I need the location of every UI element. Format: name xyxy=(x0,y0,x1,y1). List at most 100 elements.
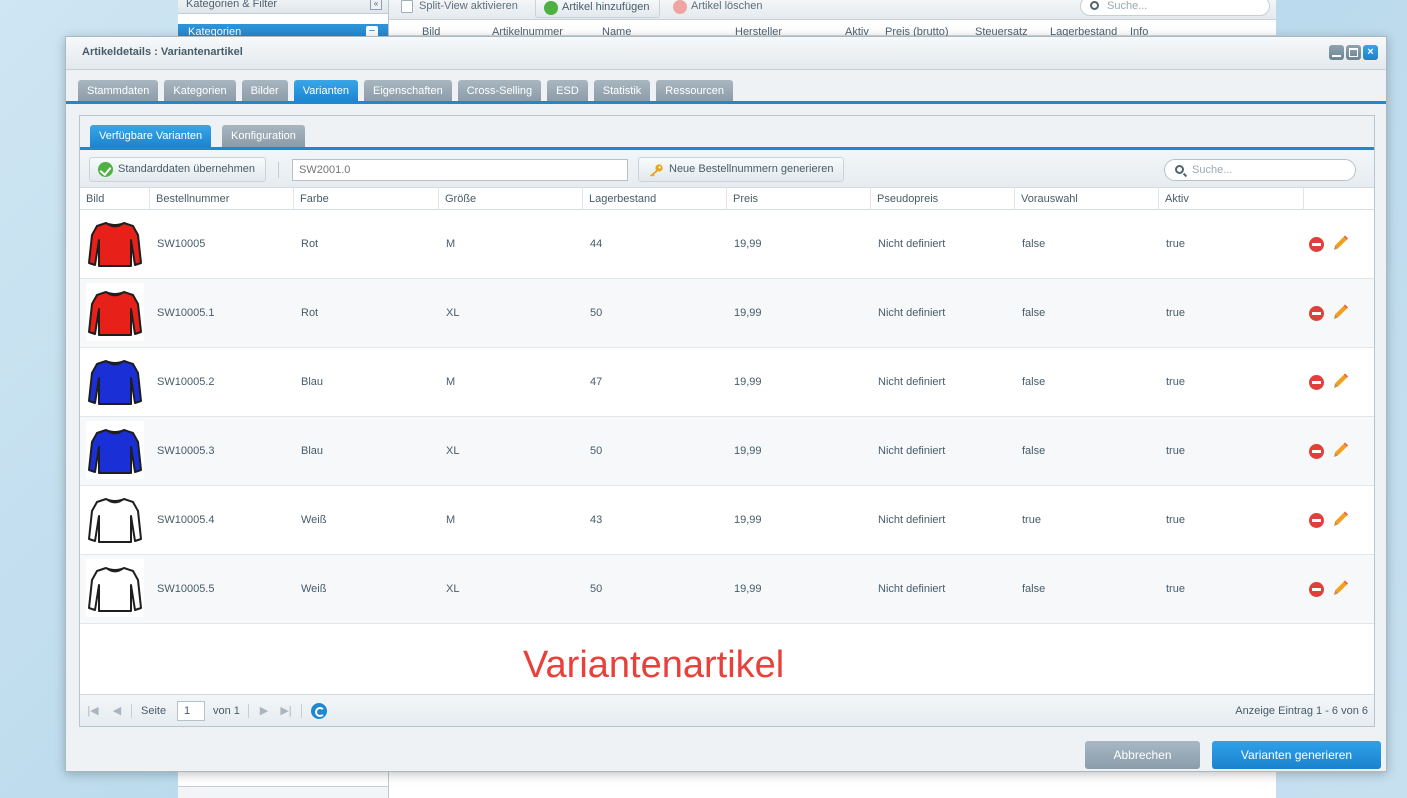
article-details-window: Artikeldetails : Variantenartikel × Stam… xyxy=(65,36,1387,772)
collapse-icon[interactable]: « xyxy=(370,0,382,10)
col-header-color[interactable]: Farbe xyxy=(294,188,439,210)
page-count-label: von 1 xyxy=(213,705,240,717)
table-row[interactable]: SW10005.4 Weiß M 43 19,99 Nicht definiert true… xyxy=(80,486,1374,555)
delete-icon[interactable] xyxy=(1309,582,1324,597)
cell-preselect: false xyxy=(1022,307,1046,319)
split-view-button[interactable]: Split-View aktivieren xyxy=(393,0,528,18)
tab-bilder[interactable]: Bilder xyxy=(241,80,288,102)
cell-order-number: SW10005.4 xyxy=(157,514,215,526)
col-header-image[interactable]: Bild xyxy=(80,188,150,210)
cell-pseudo-price: Nicht definiert xyxy=(878,376,946,388)
pencil-icon[interactable] xyxy=(1333,510,1349,528)
cell-size: M xyxy=(446,376,456,388)
cell-order-number: SW10005 xyxy=(157,238,206,250)
tab-eigenschaften[interactable]: Eigenschaften xyxy=(364,80,452,102)
col-header-size[interactable]: Größe xyxy=(439,188,583,210)
col-header-active[interactable]: Aktiv xyxy=(1159,188,1304,210)
cell-size: XL xyxy=(446,583,460,595)
delete-icon[interactable] xyxy=(1309,237,1324,252)
bg-grid-header: Bild Artikelnummer Name Hersteller Aktiv… xyxy=(389,20,1276,38)
tab-esd[interactable]: ESD xyxy=(547,80,588,102)
cancel-button[interactable]: Abbrechen xyxy=(1085,741,1200,769)
cell-price: 19,99 xyxy=(734,583,762,595)
next-page-icon[interactable]: ▶ xyxy=(258,705,270,717)
close-icon[interactable]: × xyxy=(1363,45,1378,60)
table-row[interactable]: SW10005.2 Blau M 47 19,99 Nicht definiert fals… xyxy=(80,348,1374,417)
cell-active: true xyxy=(1166,445,1185,457)
pencil-icon[interactable] xyxy=(1333,441,1349,459)
cell-preselect: false xyxy=(1022,583,1046,595)
split-view-icon xyxy=(401,0,413,13)
prev-page-icon[interactable]: ◀ xyxy=(111,705,123,717)
col-header-stock[interactable]: Lagerbestand xyxy=(583,188,727,210)
tab-configuration[interactable]: Konfiguration xyxy=(222,125,305,147)
order-number-input[interactable] xyxy=(292,159,628,181)
col-header-pseudo-price[interactable]: Pseudopreis xyxy=(871,188,1015,210)
add-article-button[interactable]: Artikel hinzufügen xyxy=(535,0,661,18)
grid-search-input[interactable]: Suche... xyxy=(1164,159,1356,181)
bg-search-input[interactable]: Suche... xyxy=(1080,0,1270,16)
table-row[interactable]: SW10005.3 Blau XL 50 19,99 Nicht definiert fal… xyxy=(80,417,1374,486)
cell-order-number: SW10005.5 xyxy=(157,583,215,595)
table-row[interactable]: SW10005.5 Weiß XL 50 19,99 Nicht definiert fal… xyxy=(80,555,1374,624)
maximize-icon[interactable] xyxy=(1346,45,1361,60)
check-icon xyxy=(98,162,113,177)
delete-icon[interactable] xyxy=(1309,306,1324,321)
cell-stock: 50 xyxy=(590,307,603,319)
page-label: Seite xyxy=(141,705,167,717)
cell-order-number: SW10005.1 xyxy=(157,307,215,319)
minimize-icon[interactable] xyxy=(1329,45,1344,60)
pager-separator xyxy=(301,704,302,718)
shirt-thumbnail xyxy=(86,559,144,617)
pencil-icon[interactable] xyxy=(1333,303,1349,321)
tab-ressourcen[interactable]: Ressourcen xyxy=(656,80,733,102)
main-tabs: Stammdaten Kategorien Bilder Varianten Eigen… xyxy=(78,80,733,102)
display-info: Anzeige Eintrag 1 - 6 von 6 xyxy=(1235,705,1368,717)
col-header-order-number[interactable]: Bestellnummer xyxy=(150,188,294,210)
cell-active: true xyxy=(1166,307,1185,319)
table-row[interactable]: SW10005 Rot M 44 19,99 Nicht definiert false tr… xyxy=(80,210,1374,279)
apply-defaults-button[interactable]: Standarddaten übernehmen xyxy=(89,157,266,182)
delete-icon[interactable] xyxy=(1309,444,1324,459)
delete-icon[interactable] xyxy=(1309,375,1324,390)
cell-color: Weiß xyxy=(301,514,327,526)
pencil-icon[interactable] xyxy=(1333,372,1349,390)
refresh-icon[interactable] xyxy=(311,703,327,719)
table-row[interactable]: SW10005.1 Rot XL 50 19,99 Nicht definiert fals… xyxy=(80,279,1374,348)
pencil-icon[interactable] xyxy=(1333,234,1349,252)
overlay-caption: Variantenartikel xyxy=(523,644,785,686)
delete-article-label: Artikel löschen xyxy=(691,0,763,12)
tab-stammdaten[interactable]: Stammdaten xyxy=(78,80,159,102)
col-header-preselect[interactable]: Vorauswahl xyxy=(1015,188,1159,210)
col-header-price[interactable]: Preis xyxy=(727,188,871,210)
delete-icon[interactable] xyxy=(1309,513,1324,528)
key-icon xyxy=(650,164,663,177)
tab-varianten[interactable]: Varianten xyxy=(293,80,358,102)
add-article-label: Artikel hinzufügen xyxy=(562,1,650,13)
tab-available-variants[interactable]: Verfügbare Varianten xyxy=(90,125,212,147)
delete-article-button[interactable]: Artikel löschen xyxy=(665,0,773,18)
shirt-thumbnail xyxy=(86,352,144,410)
tab-kategorien[interactable]: Kategorien xyxy=(164,80,236,102)
tab-statistik[interactable]: Statistik xyxy=(593,80,651,102)
cell-color: Weiß xyxy=(301,583,327,595)
shirt-thumbnail xyxy=(86,283,144,341)
tab-cross-selling[interactable]: Cross-Selling xyxy=(457,80,542,102)
pager-separator xyxy=(131,704,132,718)
window-header[interactable]: Artikeldetails : Variantenartikel × xyxy=(66,37,1386,70)
window-title: Artikeldetails : Variantenartikel xyxy=(82,46,243,58)
cell-order-number: SW10005.2 xyxy=(157,376,215,388)
bg-left-bottom-bar xyxy=(178,786,388,798)
cell-preselect: false xyxy=(1022,238,1046,250)
generate-order-numbers-button[interactable]: Neue Bestellnummern generieren xyxy=(638,157,845,182)
cell-price: 19,99 xyxy=(734,514,762,526)
shirt-thumbnail xyxy=(86,421,144,479)
cell-pseudo-price: Nicht definiert xyxy=(878,238,946,250)
generate-variants-button[interactable]: Varianten generieren xyxy=(1212,741,1381,769)
page-number-input[interactable] xyxy=(177,701,205,721)
first-page-icon[interactable]: |◀ xyxy=(87,705,99,717)
pencil-icon[interactable] xyxy=(1333,579,1349,597)
last-page-icon[interactable]: ▶| xyxy=(280,705,292,717)
cell-preselect: true xyxy=(1022,514,1041,526)
col-header-actions xyxy=(1304,188,1374,210)
